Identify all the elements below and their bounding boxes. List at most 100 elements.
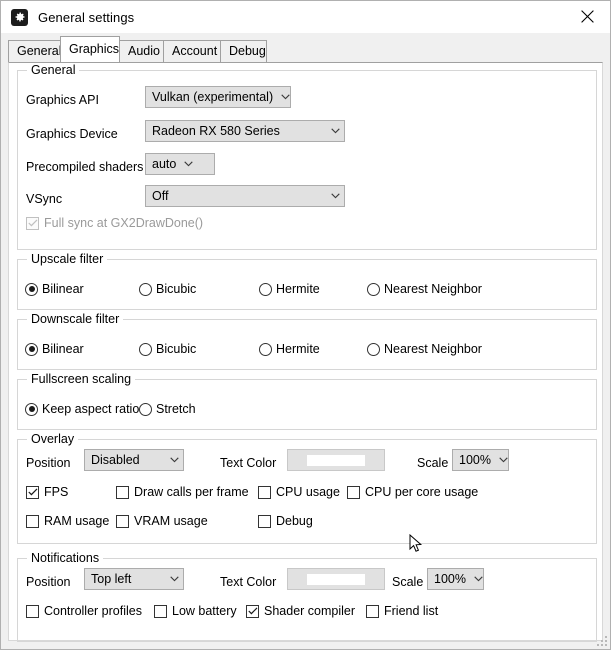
overlay-ram-usage-checkbox[interactable]: RAM usage (26, 514, 109, 528)
notifications-low-battery-checkbox[interactable]: Low battery (154, 604, 237, 618)
radio-icon (259, 343, 272, 356)
group-general-label: General (27, 63, 79, 77)
close-icon[interactable] (565, 1, 610, 32)
overlay-ram-usage-label: RAM usage (44, 514, 109, 528)
overlay-cpu-per-core-label: CPU per core usage (365, 485, 478, 499)
overlay-debug-checkbox[interactable]: Debug (258, 514, 313, 528)
checkbox-box (258, 515, 271, 528)
overlay-cpu-per-core-checkbox[interactable]: CPU per core usage (347, 485, 478, 499)
group-notifications-label: Notifications (27, 551, 103, 565)
checkmark-icon (26, 486, 39, 499)
chevron-down-icon (180, 161, 197, 167)
upscale-filter-bilinear[interactable]: Bilinear (25, 282, 84, 296)
radio-icon (25, 403, 38, 416)
tab-account[interactable]: Account (163, 40, 221, 62)
notifications-scale-value: 100% (428, 572, 468, 586)
window-title: General settings (38, 10, 134, 25)
overlay-text-color-button[interactable] (287, 449, 385, 471)
settings-window: General settings General Graphics Audio … (0, 0, 611, 650)
vsync-value: Off (146, 189, 327, 203)
radio-icon (25, 283, 38, 296)
graphics-tab-panel: General Graphics API Vulkan (experimenta… (8, 62, 603, 641)
overlay-fps-label: FPS (44, 485, 68, 499)
overlay-position-select[interactable]: Disabled (84, 449, 184, 471)
resize-grip[interactable] (596, 635, 608, 647)
chevron-down-icon (327, 193, 344, 199)
precompiled-shaders-value: auto (146, 157, 178, 171)
gear-icon (11, 9, 28, 26)
notifications-low-battery-label: Low battery (172, 604, 237, 618)
overlay-text-color-label: Text Color (220, 457, 276, 470)
notifications-scale-select[interactable]: 100% (427, 568, 484, 590)
overlay-debug-label: Debug (276, 514, 313, 528)
graphics-api-label: Graphics API (26, 94, 99, 107)
overlay-position-value: Disabled (85, 453, 166, 467)
graphics-device-select[interactable]: Radeon RX 580 Series (145, 120, 345, 142)
full-sync-label: Full sync at GX2DrawDone() (44, 216, 203, 230)
notifications-controller-profiles-checkbox[interactable]: Controller profiles (26, 604, 142, 618)
notifications-text-color-label: Text Color (220, 576, 276, 589)
notifications-controller-profiles-label: Controller profiles (44, 604, 142, 618)
chevron-down-icon (277, 94, 294, 100)
upscale-filter-bicubic-label: Bicubic (156, 282, 196, 296)
precompiled-shaders-label: Precompiled shaders (26, 161, 143, 174)
overlay-vram-usage-label: VRAM usage (134, 514, 208, 528)
radio-icon (139, 403, 152, 416)
group-overlay-label: Overlay (27, 432, 78, 446)
downscale-filter-bilinear[interactable]: Bilinear (25, 342, 84, 356)
overlay-draw-calls-checkbox[interactable]: Draw calls per frame (116, 485, 249, 499)
vsync-label: VSync (26, 193, 62, 206)
notifications-shader-compiler-checkbox[interactable]: Shader compiler (246, 604, 355, 618)
fullscreen-scaling-stretch[interactable]: Stretch (139, 402, 196, 416)
radio-icon (139, 283, 152, 296)
vsync-select[interactable]: Off (145, 185, 345, 207)
downscale-filter-bicubic[interactable]: Bicubic (139, 342, 196, 356)
overlay-draw-calls-label: Draw calls per frame (134, 485, 249, 499)
overlay-vram-usage-checkbox[interactable]: VRAM usage (116, 514, 208, 528)
radio-icon (139, 343, 152, 356)
chevron-down-icon (166, 576, 183, 582)
tab-debug[interactable]: Debug (220, 40, 267, 62)
notifications-position-select[interactable]: Top left (84, 568, 184, 590)
upscale-filter-nearest-neighbor[interactable]: Nearest Neighbor (367, 282, 482, 296)
downscale-filter-hermite-label: Hermite (276, 342, 320, 356)
full-sync-checkbox: Full sync at GX2DrawDone() (26, 216, 203, 230)
downscale-filter-nearest-neighbor[interactable]: Nearest Neighbor (367, 342, 482, 356)
overlay-fps-checkbox[interactable]: FPS (26, 485, 68, 499)
tab-graphics[interactable]: Graphics (60, 36, 120, 62)
chevron-down-icon (166, 457, 183, 463)
radio-icon (367, 283, 380, 296)
chevron-down-icon (495, 457, 512, 463)
title-bar: General settings (1, 1, 610, 33)
fullscreen-scaling-keep-aspect-ratio[interactable]: Keep aspect ratio (25, 402, 139, 416)
graphics-device-value: Radeon RX 580 Series (146, 124, 327, 138)
color-swatch (307, 574, 365, 585)
precompiled-shaders-select[interactable]: auto (145, 153, 215, 175)
notifications-shader-compiler-label: Shader compiler (264, 604, 355, 618)
notifications-scale-label: Scale (392, 576, 423, 589)
overlay-cpu-usage-checkbox[interactable]: CPU usage (258, 485, 340, 499)
downscale-filter-hermite[interactable]: Hermite (259, 342, 320, 356)
notifications-position-label: Position (26, 576, 70, 589)
tab-audio[interactable]: Audio (119, 40, 164, 62)
graphics-api-value: Vulkan (experimental) (146, 90, 275, 104)
fullscreen-scaling-stretch-label: Stretch (156, 402, 196, 416)
notifications-friend-list-checkbox[interactable]: Friend list (366, 604, 438, 618)
chevron-down-icon (470, 576, 487, 582)
graphics-api-select[interactable]: Vulkan (experimental) (145, 86, 291, 108)
radio-icon (25, 343, 38, 356)
chevron-down-icon (327, 128, 344, 134)
checkbox-box (116, 486, 129, 499)
notifications-text-color-button[interactable] (287, 568, 385, 590)
downscale-filter-bilinear-label: Bilinear (42, 342, 84, 356)
graphics-device-label: Graphics Device (26, 128, 118, 141)
upscale-filter-bicubic[interactable]: Bicubic (139, 282, 196, 296)
overlay-scale-select[interactable]: 100% (452, 449, 509, 471)
upscale-filter-nearest-neighbor-label: Nearest Neighbor (384, 282, 482, 296)
upscale-filter-hermite[interactable]: Hermite (259, 282, 320, 296)
fullscreen-scaling-keep-aspect-ratio-label: Keep aspect ratio (42, 402, 139, 416)
notifications-position-value: Top left (85, 572, 166, 586)
group-upscale-filter-label: Upscale filter (27, 252, 107, 266)
tab-general[interactable]: General (8, 40, 61, 62)
downscale-filter-bicubic-label: Bicubic (156, 342, 196, 356)
